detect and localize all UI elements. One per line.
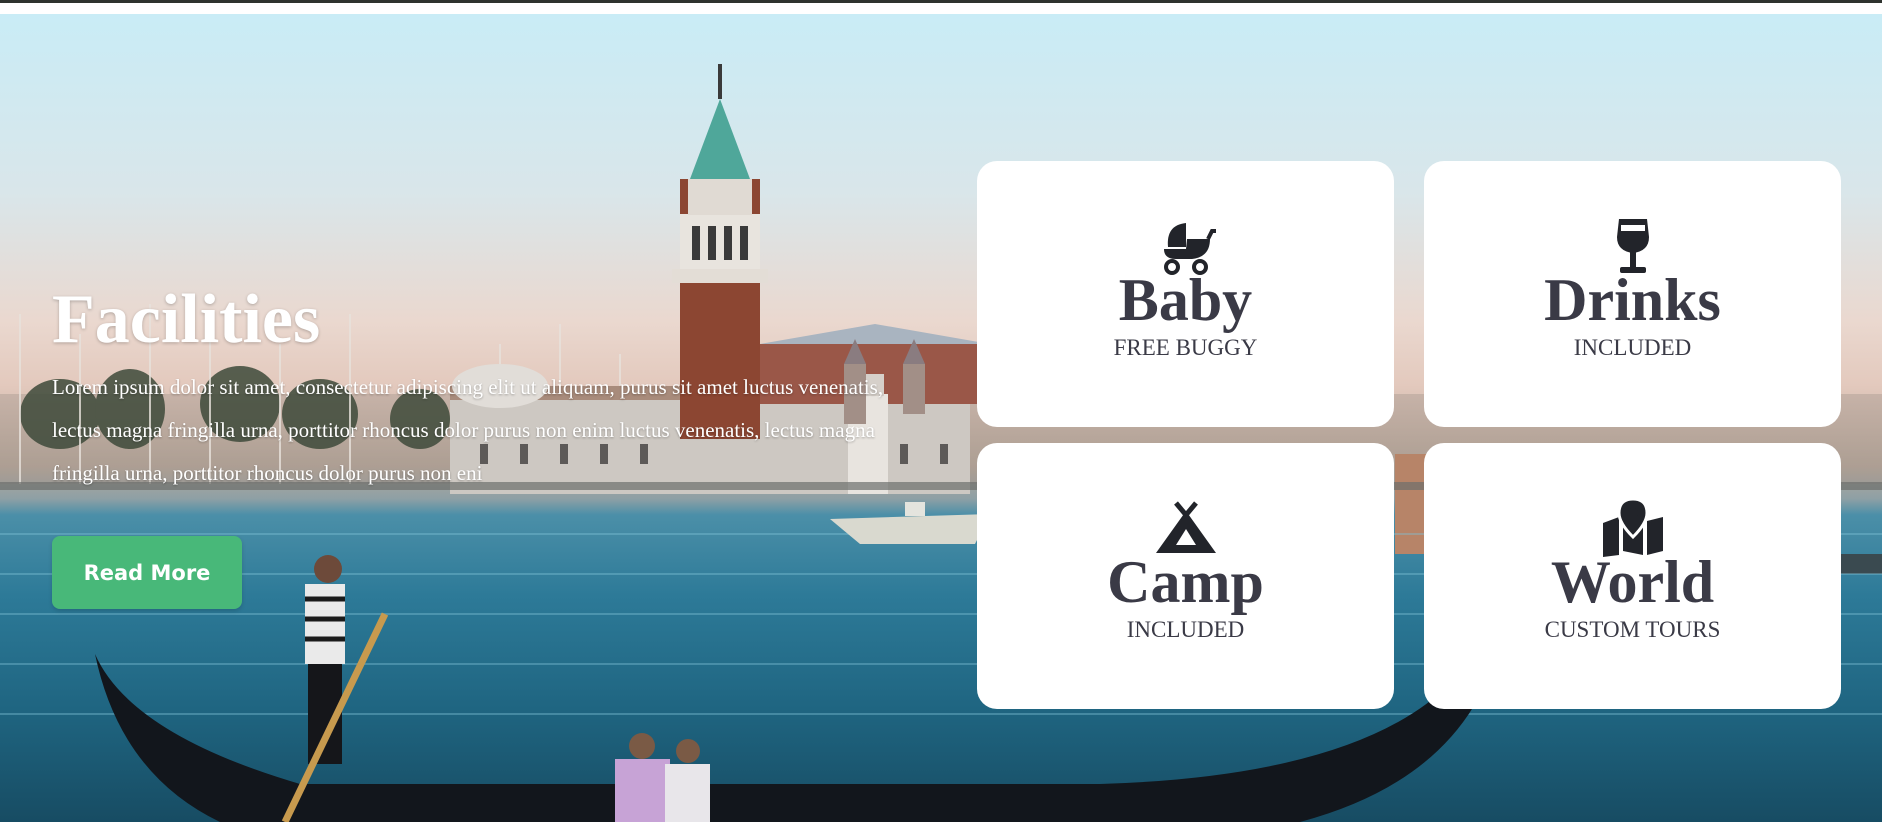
hero-section: Facilities Lorem ipsum dolor sit amet, c… [0, 14, 1882, 822]
facility-subtitle: CUSTOM TOURS [1544, 617, 1721, 642]
page-title: Facilities [52, 281, 321, 358]
facilities-intro: Facilities Lorem ipsum dolor sit amet, c… [52, 280, 912, 495]
facility-subtitle: INCLUDED [1573, 335, 1692, 360]
facility-title: Camp [1107, 549, 1264, 615]
top-border [0, 0, 1882, 3]
facility-card-drinks[interactable]: Drinks INCLUDED [1424, 161, 1841, 427]
facility-card-world[interactable]: World CUSTOM TOURS [1424, 443, 1841, 709]
read-more-button[interactable]: Read More [52, 536, 242, 609]
facility-card-camp[interactable]: Camp INCLUDED [977, 443, 1394, 709]
facility-title: Baby [1118, 267, 1253, 333]
facility-subtitle: INCLUDED [1126, 617, 1245, 642]
facility-title: Drinks [1544, 267, 1721, 333]
facility-card-baby[interactable]: Baby FREE BUGGY [977, 161, 1394, 427]
facility-subtitle: FREE BUGGY [1113, 335, 1258, 360]
intro-paragraph: Lorem ipsum dolor sit amet, consectetur … [52, 375, 884, 485]
facility-title: World [1550, 549, 1715, 615]
